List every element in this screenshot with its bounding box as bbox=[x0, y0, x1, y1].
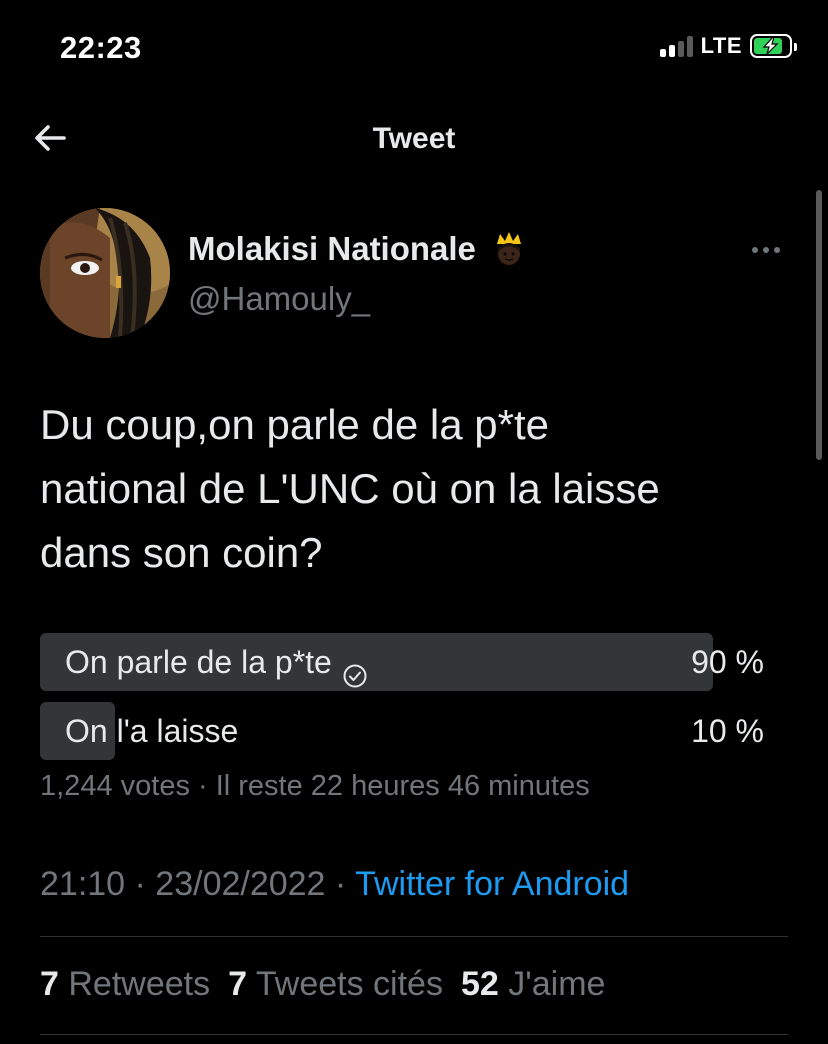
divider bbox=[40, 936, 788, 937]
avatar[interactable] bbox=[40, 208, 170, 338]
charging-bolt-icon bbox=[762, 36, 779, 55]
poll-option-percent: 10 % bbox=[691, 713, 764, 749]
quotes-label: Tweets cités bbox=[255, 965, 443, 1003]
poll-option-1[interactable]: On parle de la p*te 90 % bbox=[40, 633, 788, 691]
scrollbar[interactable] bbox=[816, 190, 822, 460]
quote-tweets-stat[interactable]: 7 Tweets cités bbox=[228, 965, 443, 1004]
likes-count: 52 bbox=[460, 965, 499, 1003]
more-horizontal-icon[interactable] bbox=[752, 240, 784, 260]
tweet-detail-screen: 22:23 LTE Tweet Molakisi Nationale @Hamo… bbox=[0, 0, 828, 1044]
status-indicators: LTE bbox=[659, 33, 797, 59]
quotes-count: 7 bbox=[228, 965, 248, 1003]
retweets-label: Retweets bbox=[68, 965, 211, 1003]
tweet-source-link[interactable]: Twitter for Android bbox=[355, 865, 629, 903]
poll-option-text: On l'a laisse bbox=[65, 713, 239, 749]
page-title: Tweet bbox=[372, 122, 456, 155]
tweet-stats: 7 Retweets 7 Tweets cités 52 J'aime bbox=[40, 965, 605, 1004]
check-circle-icon bbox=[342, 649, 368, 688]
divider bbox=[40, 1034, 788, 1035]
poll-option-label: On parle de la p*te bbox=[65, 633, 368, 691]
author-name[interactable]: Molakisi Nationale bbox=[188, 230, 528, 268]
poll-option-label: On l'a laisse bbox=[65, 702, 238, 760]
likes-stat[interactable]: 52 J'aime bbox=[461, 965, 605, 1004]
author-name-text: Molakisi Nationale bbox=[188, 230, 476, 267]
signal-icon bbox=[659, 35, 693, 57]
retweets-stat[interactable]: 7 Retweets bbox=[40, 965, 210, 1004]
status-time: 22:23 bbox=[60, 30, 142, 65]
tweet-text: Du coup,on parle de la p*te national de … bbox=[40, 401, 660, 576]
battery-cap bbox=[794, 43, 797, 51]
tweet-timestamp: 21:10 · 23/02/2022 · Twitter for Android bbox=[40, 865, 629, 904]
poll-meta: 1,244 votes · Il reste 22 heures 46 minu… bbox=[40, 770, 590, 802]
retweets-count: 7 bbox=[40, 965, 59, 1003]
poll-option-text: On parle de la p*te bbox=[65, 644, 332, 680]
poll-option-2[interactable]: On l'a laisse 10 % bbox=[40, 702, 788, 760]
author-handle[interactable]: @Hamouly_ bbox=[188, 280, 370, 318]
battery-icon bbox=[750, 34, 797, 58]
tweet-time-date: 21:10 · 23/02/2022 · bbox=[40, 865, 356, 903]
poll-option-percent: 90 % bbox=[691, 644, 764, 680]
network-label: LTE bbox=[700, 33, 742, 58]
likes-label: J'aime bbox=[508, 965, 606, 1003]
crown-princess-icon bbox=[490, 230, 528, 268]
